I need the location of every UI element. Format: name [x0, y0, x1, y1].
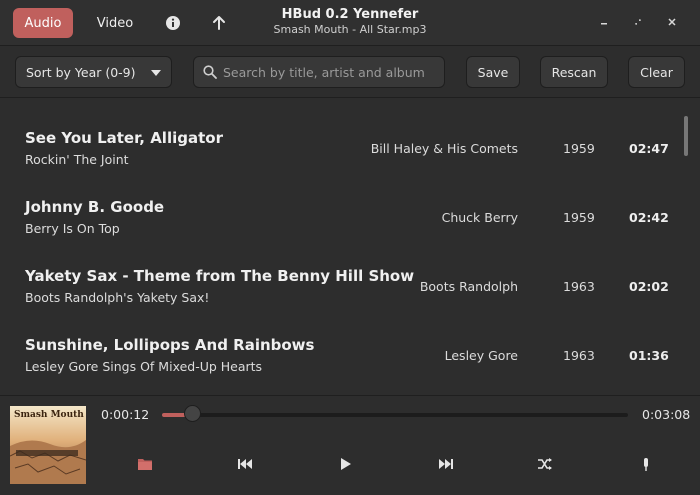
- list-scrollbar[interactable]: [684, 116, 688, 156]
- track-artist: Boots Randolph: [419, 279, 518, 294]
- tab-audio[interactable]: Audio: [13, 8, 73, 38]
- previous-icon[interactable]: [231, 450, 259, 478]
- rescan-button[interactable]: Rescan: [540, 56, 608, 88]
- track-title: Sunshine, Lollipops And Rainbows: [25, 336, 315, 354]
- track-album: Lesley Gore Sings Of Mixed-Up Hearts: [25, 359, 263, 374]
- track-year: 1963: [563, 279, 595, 294]
- track-title: Johnny B. Goode: [25, 198, 165, 216]
- track-row[interactable]: Yakety Sax - Theme from The Benny Hill S…: [0, 237, 680, 306]
- search-icon: [203, 65, 217, 79]
- track-year: 1963: [563, 348, 595, 363]
- track-row[interactable]: See You Later, Alligator Rockin' The Joi…: [0, 99, 680, 168]
- info-icon[interactable]: [158, 8, 188, 38]
- window-title: HBud 0.2 Yennefer: [281, 7, 419, 22]
- window-title-block: HBud 0.2 Yennefer Smash Mouth - All Star…: [250, 6, 450, 37]
- track-duration: 01:36: [629, 348, 669, 363]
- sort-dropdown[interactable]: Sort by Year (0-9): [15, 56, 172, 88]
- track-row[interactable]: Sunshine, Lollipops And Rainbows Lesley …: [0, 306, 680, 375]
- search-input[interactable]: [223, 64, 443, 80]
- track-row[interactable]: Johnny B. Goode Berry Is On Top Chuck Be…: [0, 168, 680, 237]
- total-time: 0:03:08: [642, 407, 691, 422]
- track-artist: Chuck Berry: [441, 210, 518, 225]
- tab-video[interactable]: Video: [86, 8, 144, 38]
- clear-button[interactable]: Clear: [628, 56, 685, 88]
- play-icon[interactable]: [332, 450, 360, 478]
- volume-icon[interactable]: [632, 450, 660, 478]
- shuffle-icon[interactable]: [531, 450, 559, 478]
- track-duration: 02:42: [629, 210, 669, 225]
- header-bar: Audio Video HBud 0.2 Yennefer Smash Mout…: [0, 0, 700, 46]
- track-year: 1959: [563, 141, 595, 156]
- track-album: Boots Randolph's Yakety Sax!: [25, 290, 210, 305]
- track-artist: Bill Haley & His Comets: [370, 141, 518, 156]
- cover-text: Smash Mouth: [14, 410, 84, 420]
- window-subtitle: Smash Mouth - All Star.mp3: [273, 23, 427, 36]
- toolbar: Sort by Year (0-9) Save Rescan Clear: [0, 46, 700, 98]
- track-duration: 02:47: [629, 141, 669, 156]
- track-duration: 02:02: [629, 279, 669, 294]
- player-bar: Smash Mouth 0:00:12 0:03:08: [0, 395, 700, 495]
- track-title: See You Later, Alligator: [25, 129, 223, 147]
- current-time: 0:00:12: [101, 407, 150, 422]
- track-year: 1959: [563, 210, 595, 225]
- track-title: Yakety Sax - Theme from The Benny Hill S…: [25, 267, 415, 285]
- chevron-down-icon: [151, 70, 161, 76]
- album-cover: Smash Mouth: [10, 406, 86, 484]
- arrow-up-icon[interactable]: [204, 8, 234, 38]
- save-button[interactable]: Save: [466, 56, 520, 88]
- seek-handle[interactable]: [184, 405, 201, 422]
- track-album: Berry Is On Top: [25, 221, 120, 236]
- track-artist: Lesley Gore: [444, 348, 518, 363]
- folder-icon[interactable]: [131, 450, 159, 478]
- sort-label: Sort by Year (0-9): [26, 64, 136, 80]
- search-box[interactable]: [193, 56, 445, 88]
- track-album: Rockin' The Joint: [25, 152, 129, 167]
- track-list[interactable]: See You Later, Alligator Rockin' The Joi…: [0, 99, 700, 395]
- next-icon[interactable]: [432, 450, 460, 478]
- close-icon[interactable]: [661, 11, 683, 33]
- minimize-icon[interactable]: [593, 11, 615, 33]
- seek-track[interactable]: [162, 413, 628, 417]
- maximize-icon[interactable]: [627, 11, 649, 33]
